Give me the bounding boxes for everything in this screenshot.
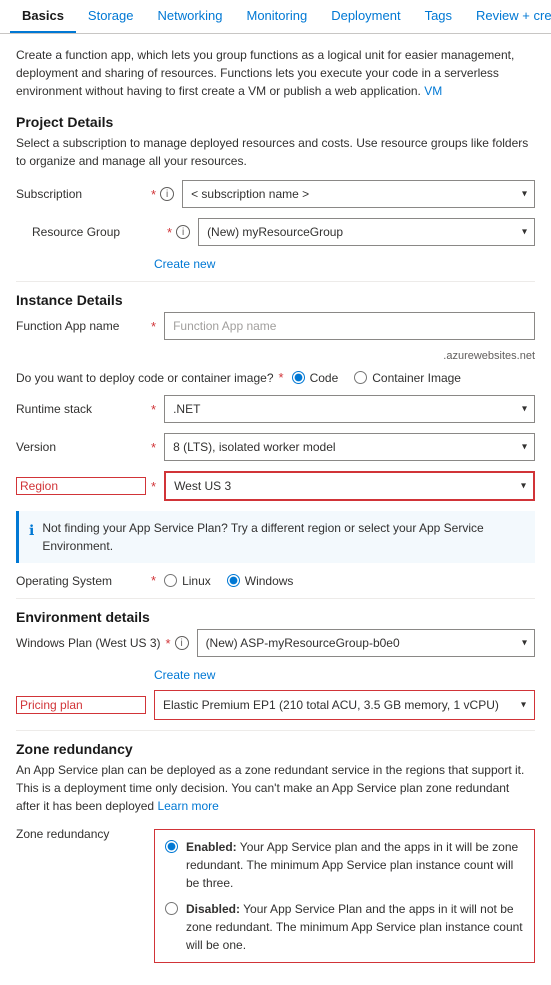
zone-redundancy-label: Zone redundancy	[16, 827, 146, 841]
zone-disabled-text: Disabled: Your App Service Plan and the …	[186, 900, 524, 954]
function-app-name-required: *	[151, 319, 156, 334]
zone-redundancy-learn-more[interactable]: Learn more	[157, 799, 218, 813]
pricing-plan-row: Pricing plan Elastic Premium EP1 (210 to…	[16, 690, 535, 720]
version-select-wrap: 8 (LTS), isolated worker model ▾	[164, 433, 535, 461]
version-select[interactable]: 8 (LTS), isolated worker model	[164, 433, 535, 461]
zone-disabled-radio[interactable]	[165, 902, 178, 915]
zone-redundancy-options: Enabled: Your App Service plan and the a…	[154, 829, 535, 963]
zone-redundancy-title: Zone redundancy	[16, 741, 535, 757]
resource-group-required: *	[167, 225, 172, 240]
runtime-stack-label: Runtime stack	[16, 402, 146, 416]
subscription-row: Subscription * i < subscription name > ▾	[16, 180, 535, 208]
zone-enabled-text: Enabled: Your App Service plan and the a…	[186, 838, 524, 892]
zone-redundancy-desc: An App Service plan can be deployed as a…	[16, 761, 535, 815]
tab-review-create[interactable]: Review + create	[464, 0, 551, 33]
windows-plan-label: Windows Plan (West US 3)	[16, 636, 161, 650]
vm-link[interactable]: VM	[424, 84, 442, 98]
region-info-icon: ℹ	[29, 520, 34, 541]
windows-label: Windows	[245, 574, 294, 588]
tabs-bar: Basics Storage Networking Monitoring Dep…	[0, 0, 551, 34]
version-label: Version	[16, 440, 146, 454]
container-option[interactable]: Container Image	[354, 371, 461, 385]
tab-networking[interactable]: Networking	[145, 0, 234, 33]
runtime-stack-select-wrap: .NET ▾	[164, 395, 535, 423]
page-description: Create a function app, which lets you gr…	[16, 46, 535, 100]
runtime-stack-row: Runtime stack * .NET ▾	[16, 395, 535, 423]
resource-group-create-new: Create new	[154, 256, 535, 271]
tab-monitoring[interactable]: Monitoring	[235, 0, 320, 33]
windows-option[interactable]: Windows	[227, 574, 294, 588]
os-label: Operating System	[16, 574, 146, 588]
region-row: Region * West US 3 ▾	[16, 471, 535, 501]
region-required: *	[151, 479, 156, 494]
pricing-plan-select-wrap: Elastic Premium EP1 (210 total ACU, 3.5 …	[154, 690, 535, 720]
container-radio[interactable]	[354, 371, 367, 384]
resource-group-info-icon[interactable]: i	[176, 225, 190, 239]
linux-label: Linux	[182, 574, 211, 588]
runtime-stack-required: *	[151, 402, 156, 417]
windows-plan-info-icon[interactable]: i	[175, 636, 189, 650]
subscription-label: Subscription	[16, 187, 146, 201]
subscription-info-icon[interactable]: i	[160, 187, 174, 201]
tab-storage[interactable]: Storage	[76, 0, 146, 33]
windows-plan-select[interactable]: (New) ASP-myResourceGroup-b0e0	[197, 629, 535, 657]
function-app-name-input[interactable]	[164, 312, 535, 340]
zone-disabled-option: Disabled: Your App Service Plan and the …	[165, 900, 524, 954]
resource-group-label: Resource Group	[32, 225, 162, 239]
pricing-plan-label: Pricing plan	[16, 696, 146, 714]
windows-plan-row: Windows Plan (West US 3) * i (New) ASP-m…	[16, 629, 535, 657]
deploy-type-label: Do you want to deploy code or container …	[16, 371, 274, 385]
code-label: Code	[310, 371, 339, 385]
container-label: Container Image	[372, 371, 461, 385]
code-radio[interactable]	[292, 371, 305, 384]
resource-group-create-link[interactable]: Create new	[154, 257, 215, 271]
region-info-text: Not finding your App Service Plan? Try a…	[42, 519, 525, 555]
runtime-stack-select[interactable]: .NET	[164, 395, 535, 423]
os-required: *	[151, 573, 156, 588]
windows-plan-create-new: Create new	[154, 667, 535, 682]
linux-option[interactable]: Linux	[164, 574, 211, 588]
region-label: Region	[16, 477, 146, 495]
linux-radio[interactable]	[164, 574, 177, 587]
zone-enabled-radio[interactable]	[165, 840, 178, 853]
deploy-type-options: Code Container Image	[292, 371, 535, 385]
resource-group-select-wrap: (New) myResourceGroup ▾	[198, 218, 535, 246]
version-required: *	[151, 440, 156, 455]
region-select-wrap: West US 3 ▾	[164, 471, 535, 501]
zone-enabled-option: Enabled: Your App Service plan and the a…	[165, 838, 524, 892]
deploy-type-required: *	[279, 370, 284, 385]
function-app-name-label: Function App name	[16, 319, 146, 333]
os-row: Operating System * Linux Windows	[16, 573, 535, 588]
env-details-title: Environment details	[16, 609, 535, 625]
azure-suffix: .azurewebsites.net	[154, 350, 535, 362]
resource-group-select[interactable]: (New) myResourceGroup	[198, 218, 535, 246]
zone-redundancy-row: Zone redundancy Enabled: Your App Servic…	[16, 825, 535, 963]
subscription-required: *	[151, 187, 156, 202]
tab-deployment[interactable]: Deployment	[319, 0, 412, 33]
windows-plan-required: *	[166, 636, 171, 651]
tab-basics[interactable]: Basics	[10, 0, 76, 33]
function-app-name-row: Function App name *	[16, 312, 535, 340]
windows-radio[interactable]	[227, 574, 240, 587]
project-details-title: Project Details	[16, 114, 535, 130]
code-option[interactable]: Code	[292, 371, 339, 385]
subscription-select[interactable]: < subscription name >	[182, 180, 535, 208]
subscription-select-wrap: < subscription name > ▾	[182, 180, 535, 208]
region-select[interactable]: West US 3	[165, 472, 534, 500]
resource-group-row: Resource Group * i (New) myResourceGroup…	[16, 218, 535, 246]
windows-plan-create-link[interactable]: Create new	[154, 668, 215, 682]
os-options: Linux Windows	[164, 574, 535, 588]
region-info-box: ℹ Not finding your App Service Plan? Try…	[16, 511, 535, 563]
project-details-desc: Select a subscription to manage deployed…	[16, 134, 535, 170]
version-row: Version * 8 (LTS), isolated worker model…	[16, 433, 535, 461]
tab-tags[interactable]: Tags	[413, 0, 464, 33]
instance-details-title: Instance Details	[16, 292, 535, 308]
windows-plan-select-wrap: (New) ASP-myResourceGroup-b0e0 ▾	[197, 629, 535, 657]
deploy-type-row: Do you want to deploy code or container …	[16, 370, 535, 385]
pricing-plan-select[interactable]: Elastic Premium EP1 (210 total ACU, 3.5 …	[155, 691, 534, 719]
